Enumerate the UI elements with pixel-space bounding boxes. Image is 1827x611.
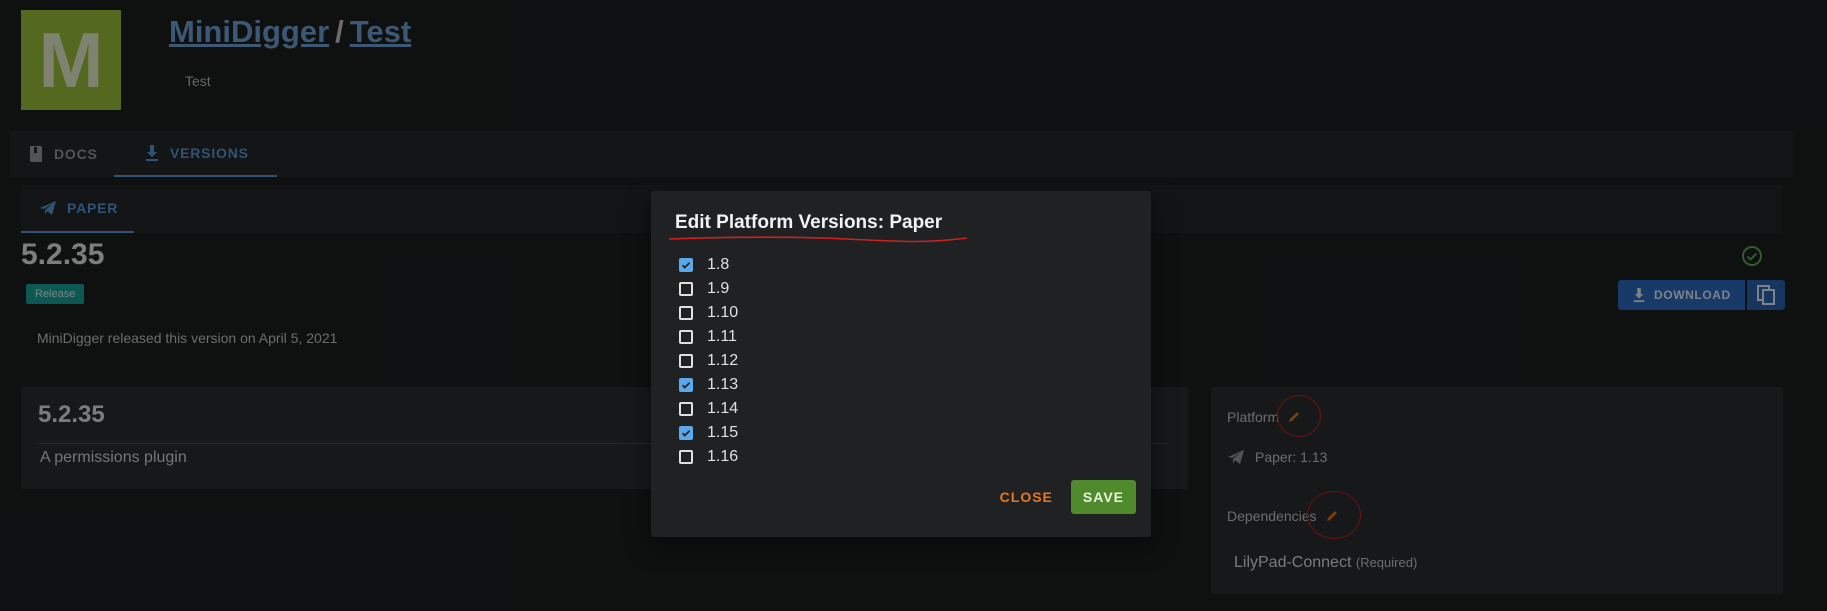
option-label: 1.11	[707, 328, 737, 345]
version-option[interactable]: 1.15	[679, 421, 738, 445]
version-option[interactable]: 1.11	[679, 325, 738, 349]
checkbox[interactable]	[679, 258, 693, 272]
dialog-title: Edit Platform Versions: Paper	[675, 212, 943, 233]
option-label: 1.8	[707, 256, 730, 273]
version-option[interactable]: 1.13	[679, 373, 738, 397]
checkbox[interactable]	[679, 378, 693, 392]
version-option[interactable]: 1.16	[679, 445, 738, 469]
version-option[interactable]: 1.10	[679, 301, 738, 325]
close-button[interactable]: CLOSE	[996, 481, 1057, 513]
checkbox[interactable]	[679, 306, 693, 320]
option-label: 1.12	[707, 352, 739, 369]
checkbox[interactable]	[679, 426, 693, 440]
option-label: 1.9	[707, 280, 730, 297]
version-option[interactable]: 1.9	[679, 277, 738, 301]
version-option[interactable]: 1.8	[679, 253, 738, 277]
save-button[interactable]: SAVE	[1070, 480, 1136, 514]
checkbox[interactable]	[679, 282, 693, 296]
option-label: 1.13	[707, 376, 739, 393]
version-option[interactable]: 1.14	[679, 397, 738, 421]
annotation-underline	[668, 236, 967, 243]
option-label: 1.15	[707, 424, 739, 441]
checkbox[interactable]	[679, 330, 693, 344]
checkbox[interactable]	[679, 450, 693, 464]
checkbox[interactable]	[679, 354, 693, 368]
option-label: 1.14	[707, 400, 739, 417]
version-options: 1.8 1.9 1.10 1.11 1.12 1.13 1.14 1.15 1.…	[679, 253, 738, 469]
edit-platform-versions-dialog: Edit Platform Versions: Paper 1.8 1.9 1.…	[651, 191, 1151, 537]
checkbox[interactable]	[679, 402, 693, 416]
option-label: 1.10	[707, 304, 739, 321]
version-option[interactable]: 1.12	[679, 349, 738, 373]
dialog-actions: CLOSE SAVE	[996, 480, 1136, 514]
option-label: 1.16	[707, 448, 739, 465]
